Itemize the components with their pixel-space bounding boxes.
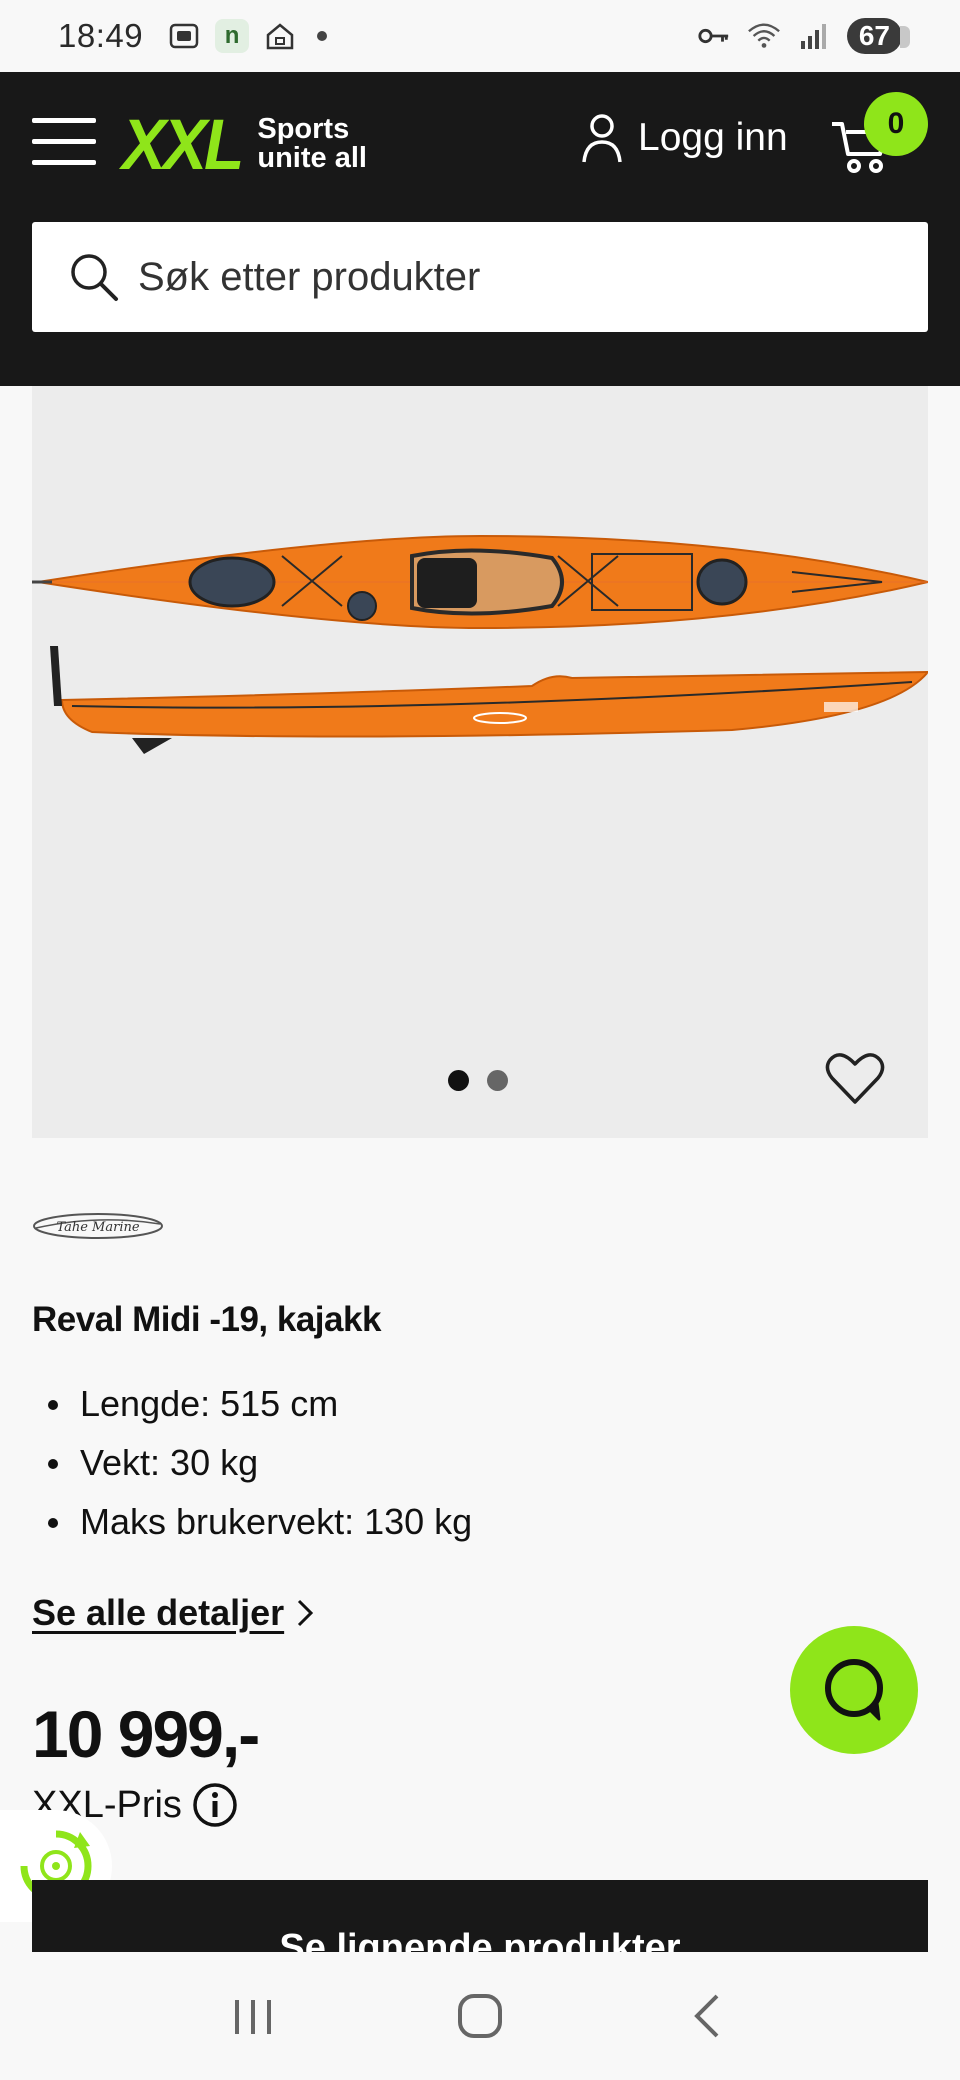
- site-header: XXL Sports unite all Logg inn 0 Søk ette…: [0, 72, 960, 386]
- gallery-dot-2[interactable]: [487, 1070, 508, 1091]
- product-specs-list: Lengde: 515 cm Vekt: 30 kg Maks brukerve…: [48, 1374, 472, 1551]
- status-time: 18:49: [58, 17, 144, 54]
- product-price: 10 999,-: [32, 1697, 260, 1771]
- battery-indicator: 67: [846, 18, 911, 54]
- screenshot-icon: [167, 19, 201, 53]
- login-button[interactable]: Logg inn: [580, 112, 788, 164]
- product-image: [32, 534, 928, 754]
- chat-button[interactable]: [790, 1626, 918, 1754]
- cart-count-badge[interactable]: 0: [864, 92, 928, 156]
- spec-max-user-weight: Maks brukervekt: 130 kg: [48, 1492, 472, 1551]
- key-icon: [697, 19, 731, 53]
- chat-bubble-icon: [825, 1659, 883, 1721]
- home-button-icon[interactable]: [440, 1976, 520, 2056]
- spec-weight: Vekt: 30 kg: [48, 1433, 472, 1492]
- details-link-label: Se alle detaljer: [32, 1592, 285, 1633]
- signal-icon: [797, 19, 831, 53]
- gallery-dot-1[interactable]: [448, 1070, 469, 1091]
- logo-tagline-line-2: unite all: [257, 142, 367, 174]
- home-icon: [263, 19, 297, 53]
- search-placeholder: Søk etter produkter: [138, 254, 481, 299]
- login-label: Logg inn: [638, 116, 788, 159]
- notification-dot: [317, 31, 328, 41]
- chevron-right-icon: [298, 1599, 314, 1627]
- status-bar: 18:49 n 67: [0, 0, 960, 72]
- see-all-details-link[interactable]: Se alle detaljer: [32, 1592, 314, 1634]
- recent-apps-icon[interactable]: [213, 1976, 293, 2056]
- hamburger-menu-icon[interactable]: [32, 118, 96, 166]
- search-icon: [71, 254, 118, 301]
- favorite-heart-icon[interactable]: [824, 1050, 886, 1106]
- product-image-gallery[interactable]: [32, 386, 928, 1138]
- gallery-pagination: [448, 1070, 508, 1091]
- see-similar-products-button[interactable]: Se lignende produkter: [32, 1880, 928, 1952]
- search-input[interactable]: Søk etter produkter: [32, 222, 928, 332]
- logo-wordmark: XXL: [122, 104, 244, 184]
- xxl-logo[interactable]: XXL Sports unite all: [122, 104, 367, 184]
- product-title: Reval Midi -19, kajakk: [32, 1300, 381, 1339]
- cta-label: Se lignende produkter: [279, 1927, 681, 1952]
- svg-text:Tahe Marine: Tahe Marine: [56, 1220, 139, 1235]
- user-icon: [582, 114, 622, 163]
- brand-logo[interactable]: Tahe Marine: [32, 1210, 164, 1242]
- system-navigation-bar: [0, 1952, 960, 2080]
- back-icon[interactable]: [667, 1976, 747, 2056]
- logo-tagline: Sports unite all: [257, 115, 367, 173]
- notification-app-icon: n: [215, 19, 250, 53]
- info-icon[interactable]: [192, 1782, 238, 1828]
- spec-length: Lengde: 515 cm: [48, 1374, 472, 1433]
- wifi-icon: [747, 19, 781, 53]
- logo-tagline-line-1: Sports: [257, 113, 350, 145]
